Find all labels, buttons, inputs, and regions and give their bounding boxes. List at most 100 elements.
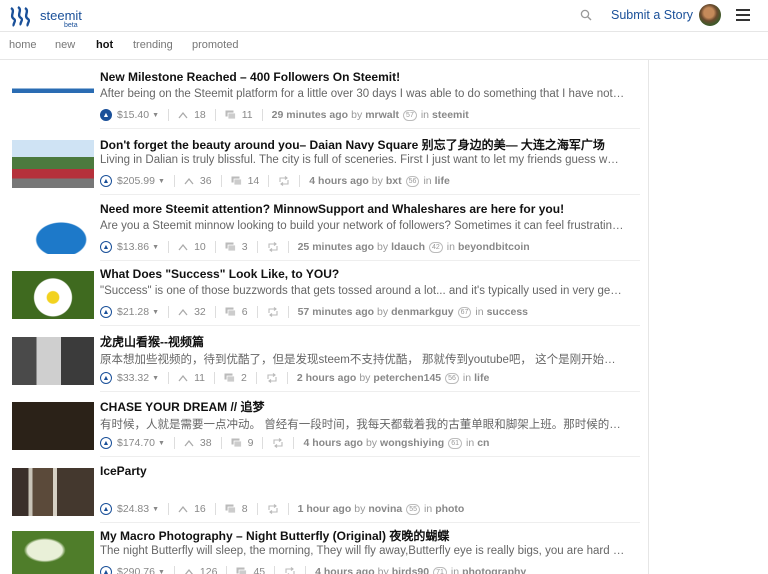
comment-count[interactable]: 11 — [242, 109, 253, 121]
post-thumbnail[interactable] — [12, 402, 94, 450]
post-author[interactable]: denmarkguy — [391, 306, 453, 318]
post-author[interactable]: wongshiying — [380, 437, 444, 449]
post-author[interactable]: ldauch — [391, 241, 425, 253]
post-author[interactable]: mrwalt — [365, 109, 399, 121]
payout-caret-icon[interactable]: ▼ — [152, 506, 159, 513]
post-title[interactable]: Don't forget the beauty around you– Daia… — [100, 136, 640, 153]
submit-story-link[interactable]: Submit a Story — [611, 8, 693, 22]
post-time[interactable]: 1 hour ago — [298, 503, 352, 515]
reblog-icon[interactable] — [267, 504, 279, 514]
reblog-icon[interactable] — [284, 567, 296, 574]
upvote-button[interactable]: ▲ — [100, 241, 112, 253]
post-title[interactable]: What Does "Success" Look Like, to YOU? — [100, 267, 640, 281]
comments-icon[interactable] — [225, 110, 236, 120]
post-category[interactable]: success — [487, 306, 528, 318]
vote-count[interactable]: 16 — [194, 503, 206, 515]
hamburger-menu-icon[interactable] — [736, 9, 750, 21]
tab-home[interactable]: home — [9, 39, 37, 51]
tab-trending[interactable]: trending — [133, 39, 173, 51]
reblog-icon[interactable] — [267, 242, 279, 252]
post-author[interactable]: peterchen145 — [373, 372, 441, 384]
upvote-button[interactable]: ▲ — [100, 566, 112, 574]
post-excerpt[interactable]: Are you a Steemit minnow looking to buil… — [100, 220, 625, 232]
upvote-button[interactable]: ▲ — [100, 437, 112, 449]
vote-count[interactable]: 36 — [200, 175, 212, 187]
post-thumbnail[interactable] — [12, 140, 94, 188]
post-category[interactable]: life — [474, 372, 489, 384]
search-icon[interactable] — [580, 9, 592, 21]
payout-caret-icon[interactable]: ▼ — [158, 440, 165, 447]
upvote-button[interactable]: ▲ — [100, 109, 112, 121]
post-author[interactable]: novina — [368, 503, 402, 515]
post-title[interactable]: Need more Steemit attention? MinnowSuppo… — [100, 202, 640, 216]
post-excerpt[interactable]: 有时候，人就是需要一点冲动。 曾经有一段时间，我每天都载着我的古董单眼和脚架上班… — [100, 416, 625, 432]
upvote-button[interactable]: ▲ — [100, 503, 112, 515]
payout-value[interactable]: $24.83 — [117, 503, 149, 515]
upvote-button[interactable]: ▲ — [100, 372, 112, 384]
vote-count[interactable]: 10 — [194, 241, 206, 253]
post-category[interactable]: photography — [462, 566, 526, 574]
payout-value[interactable]: $33.32 — [117, 372, 149, 384]
tab-promoted[interactable]: promoted — [192, 39, 238, 51]
upvote-button[interactable]: ▲ — [100, 175, 112, 187]
vote-count[interactable]: 38 — [200, 437, 212, 449]
payout-value[interactable]: $290.76 — [117, 566, 155, 574]
payout-value[interactable]: $21.28 — [117, 306, 149, 318]
post-author[interactable]: birds90 — [392, 566, 429, 574]
post-excerpt[interactable]: "Success" is one of those buzzwords that… — [100, 285, 625, 297]
payout-value[interactable]: $13.86 — [117, 241, 149, 253]
post-time[interactable]: 25 minutes ago — [298, 241, 374, 253]
post-title[interactable]: 龙虎山看猴--视频篇 — [100, 333, 640, 350]
post-excerpt[interactable]: The night Butterfly will sleep, the morn… — [100, 545, 625, 557]
post-excerpt[interactable]: 原本想加些视频的，待到优酷了，但是发现steem不支持优酷， 那就传到youtu… — [100, 351, 625, 367]
tab-new[interactable]: new — [55, 39, 75, 51]
payout-caret-icon[interactable]: ▼ — [152, 375, 159, 382]
post-time[interactable]: 29 minutes ago — [272, 109, 348, 121]
post-thumbnail[interactable] — [12, 206, 94, 254]
post-thumbnail[interactable] — [12, 337, 94, 385]
comments-icon[interactable] — [225, 504, 236, 514]
vote-count[interactable]: 18 — [194, 109, 206, 121]
comments-icon[interactable] — [224, 373, 235, 383]
payout-caret-icon[interactable]: ▼ — [152, 244, 159, 251]
post-time[interactable]: 4 hours ago — [309, 175, 369, 187]
post-category[interactable]: beyondbitcoin — [458, 241, 530, 253]
post-title[interactable]: IceParty — [100, 464, 640, 478]
payout-caret-icon[interactable]: ▼ — [152, 112, 159, 119]
post-title[interactable]: CHASE YOUR DREAM // 追梦 — [100, 398, 640, 415]
comment-count[interactable]: 8 — [242, 503, 248, 515]
comment-count[interactable]: 9 — [248, 437, 254, 449]
upvote-button[interactable]: ▲ — [100, 306, 112, 318]
vote-count[interactable]: 126 — [200, 566, 218, 574]
comments-icon[interactable] — [225, 307, 236, 317]
post-thumbnail[interactable] — [12, 468, 94, 516]
steemit-logo[interactable]: steemit beta — [8, 5, 82, 29]
post-category[interactable]: photo — [435, 503, 464, 515]
reblog-icon[interactable] — [272, 438, 284, 448]
vote-count[interactable]: 32 — [194, 306, 206, 318]
post-title[interactable]: My Macro Photography – Night Butterfly (… — [100, 527, 640, 544]
post-time[interactable]: 4 hours ago — [303, 437, 363, 449]
comments-icon[interactable] — [231, 438, 242, 448]
post-excerpt[interactable]: After being on the Steemit platform for … — [100, 88, 625, 100]
reblog-icon[interactable] — [267, 307, 279, 317]
post-author[interactable]: bxt — [386, 175, 402, 187]
comment-count[interactable]: 14 — [248, 175, 260, 187]
comment-count[interactable]: 6 — [242, 306, 248, 318]
payout-value[interactable]: $174.70 — [117, 437, 155, 449]
payout-value[interactable]: $15.40 — [117, 109, 149, 121]
comments-icon[interactable] — [225, 242, 236, 252]
post-category[interactable]: steemit — [432, 109, 469, 121]
payout-caret-icon[interactable]: ▼ — [152, 309, 159, 316]
comment-count[interactable]: 3 — [242, 241, 248, 253]
comment-count[interactable]: 45 — [253, 566, 265, 574]
post-thumbnail[interactable] — [12, 74, 94, 122]
post-excerpt[interactable]: Living in Dalian is truly blissful. The … — [100, 154, 625, 166]
post-time[interactable]: 4 hours ago — [315, 566, 375, 574]
post-time[interactable]: 2 hours ago — [297, 372, 357, 384]
comment-count[interactable]: 2 — [241, 372, 247, 384]
vote-count[interactable]: 11 — [194, 372, 205, 384]
comments-icon[interactable] — [231, 176, 242, 186]
payout-value[interactable]: $205.99 — [117, 175, 155, 187]
tab-hot[interactable]: hot — [96, 39, 113, 51]
